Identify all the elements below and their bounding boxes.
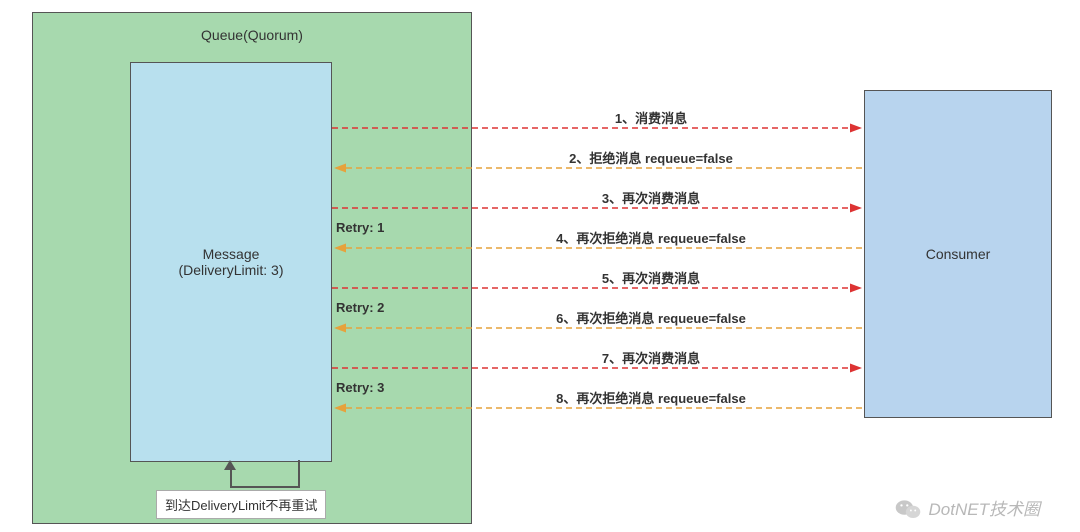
flow-label-6: 6、再次拒绝消息 requeue=false bbox=[436, 308, 866, 327]
drop-line-h1 bbox=[230, 486, 300, 488]
drop-arrow-up-icon bbox=[224, 460, 236, 470]
message-label-2: (DeliveryLimit: 3) bbox=[178, 262, 283, 278]
watermark: DotNET技术圈 bbox=[895, 495, 1040, 520]
retry-1-label: Retry: 1 bbox=[336, 220, 384, 235]
flow-label-1: 1、消费消息 bbox=[436, 108, 866, 127]
diagram-canvas: Queue(Quorum) Message (DeliveryLimit: 3)… bbox=[0, 0, 1080, 532]
flow-label-3: 3、再次消费消息 bbox=[436, 188, 866, 207]
consumer-label: Consumer bbox=[926, 246, 991, 262]
retry-2-label: Retry: 2 bbox=[336, 300, 384, 315]
flow-label-7: 7、再次消费消息 bbox=[436, 348, 866, 367]
flow-label-5: 5、再次消费消息 bbox=[436, 268, 866, 287]
wechat-icon bbox=[895, 498, 919, 518]
drop-line-v2 bbox=[230, 468, 232, 488]
flow-label-4: 4、再次拒绝消息 requeue=false bbox=[436, 228, 866, 247]
queue-title: Queue(Quorum) bbox=[33, 27, 471, 43]
retry-3-label: Retry: 3 bbox=[336, 380, 384, 395]
consumer-box: Consumer bbox=[864, 90, 1052, 418]
drop-note: 到达DeliveryLimit不再重试 bbox=[156, 490, 326, 519]
watermark-text: DotNET技术圈 bbox=[929, 495, 1040, 520]
flow-label-8: 8、再次拒绝消息 requeue=false bbox=[436, 388, 866, 407]
message-box: Message (DeliveryLimit: 3) bbox=[130, 62, 332, 462]
drop-line-v1 bbox=[298, 460, 300, 486]
message-label-1: Message bbox=[203, 246, 260, 262]
flow-label-2: 2、拒绝消息 requeue=false bbox=[436, 148, 866, 167]
